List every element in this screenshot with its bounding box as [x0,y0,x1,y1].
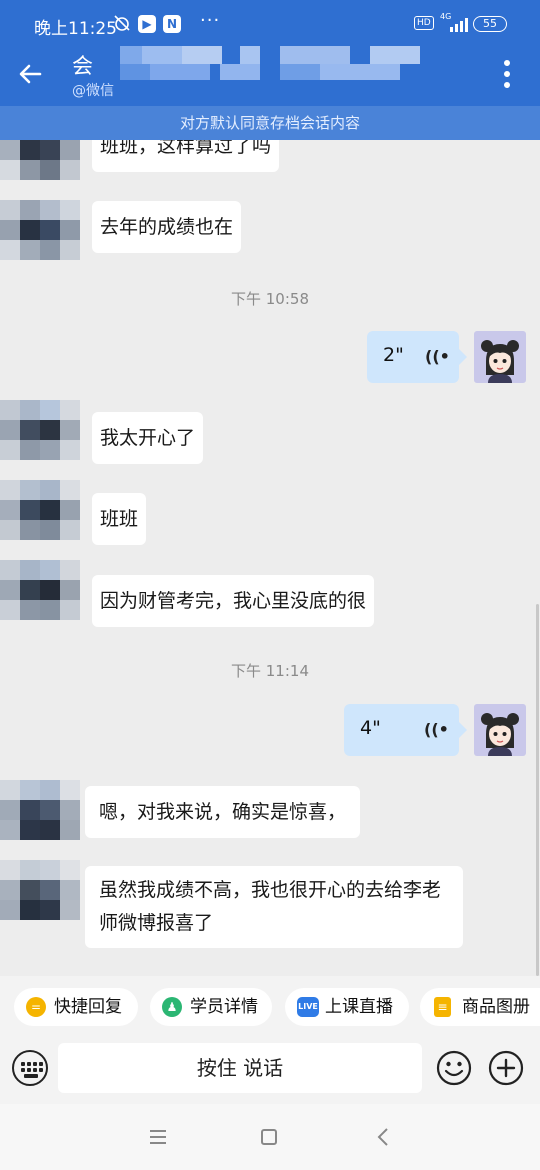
home-icon[interactable] [261,1129,277,1145]
battery-level: 55 [483,17,497,30]
quick-actions-bar: = 快捷回复 ♟ 学员详情 LIVE 上课直播 ≡ 商品图册 [0,976,540,1038]
emoji-icon[interactable] [436,1050,472,1086]
contact-avatar-blurred[interactable] [0,560,80,620]
contact-avatar-blurred[interactable] [0,780,80,840]
student-details-button[interactable]: ♟ 学员详情 [150,988,272,1026]
more-notifications-icon: ··· [200,10,221,31]
play-store-icon: ▶ [138,15,156,33]
message-bubble[interactable]: 去年的成绩也在 [92,201,242,253]
system-nav-bar [0,1104,540,1170]
status-bar: 晚上11:25 ▶ N ··· HD 4G 55 [0,0,540,46]
voice-wave-icon: ((• [424,720,449,739]
voice-message-bubble[interactable]: 2" ((• [367,331,467,383]
user-avatar[interactable] [474,704,526,756]
student-icon: ♟ [162,997,182,1017]
keyboard-icon[interactable] [12,1050,48,1086]
name-redaction-mosaic [100,46,430,86]
live-class-button[interactable]: LIVE 上课直播 [285,988,409,1026]
contact-avatar-blurred[interactable] [0,480,80,540]
voice-duration: 2" [383,344,404,366]
contact-avatar-blurred[interactable] [0,200,80,260]
catalog-icon: ≡ [434,997,451,1017]
hold-to-talk-button[interactable]: 按住 说话 [58,1043,422,1093]
voice-message-bubble[interactable]: 4" ((• [344,704,467,756]
plus-icon[interactable] [488,1050,524,1086]
quick-reply-button[interactable]: = 快捷回复 [14,988,138,1026]
message-bubble[interactable]: 嗯，对我来说，确实是惊喜， [85,786,361,838]
product-catalog-button[interactable]: ≡ 商品图册 [420,988,540,1026]
nav-back-icon[interactable] [376,1127,390,1147]
user-avatar[interactable] [474,331,526,383]
quick-reply-icon: = [26,997,46,1017]
message-timestamp: 下午 10:58 [231,290,309,308]
chat-header: 会 @微信 [0,46,540,106]
input-bar: 按住 说话 [0,1038,540,1104]
message-bubble[interactable]: 班班，这样算过了吗 [92,140,280,172]
more-options-icon[interactable] [498,58,518,92]
signal-icon: 4G [440,12,468,32]
message-timestamp: 下午 11:14 [231,662,309,680]
chat-scrollbar[interactable] [536,604,539,976]
contact-avatar-blurred[interactable] [0,400,80,460]
contact-avatar-blurred[interactable] [0,860,80,920]
live-icon: LIVE [297,997,319,1017]
battery-icon: 55 [473,16,507,32]
status-time: 晚上11:25 [34,19,117,39]
contact-avatar-blurred[interactable] [0,140,80,180]
message-bubble[interactable]: 因为财管考完，我心里没底的很 [92,575,375,627]
message-bubble[interactable]: 我太开心了 [92,412,204,464]
message-bubble[interactable]: 班班 [92,493,147,545]
archive-notice: 对方默认同意存档会话内容 [0,106,540,140]
hd-badge: HD [414,16,434,30]
message-bubble[interactable]: 虽然我成绩不高，我也很开心的去给李老师微博报喜了 [85,866,463,948]
network-type: 4G [440,12,452,21]
back-arrow-icon[interactable] [16,60,44,88]
alarm-off-icon [113,14,131,36]
voice-duration: 4" [360,717,381,739]
voice-wave-icon: ((• [425,347,450,366]
app-n-icon: N [163,15,181,33]
recent-apps-icon[interactable] [150,1130,166,1144]
chat-messages[interactable]: 班班，这样算过了吗 去年的成绩也在 下午 10:58 2" ((• 我太开心了 [0,140,540,976]
contact-name: 会 [72,54,93,78]
